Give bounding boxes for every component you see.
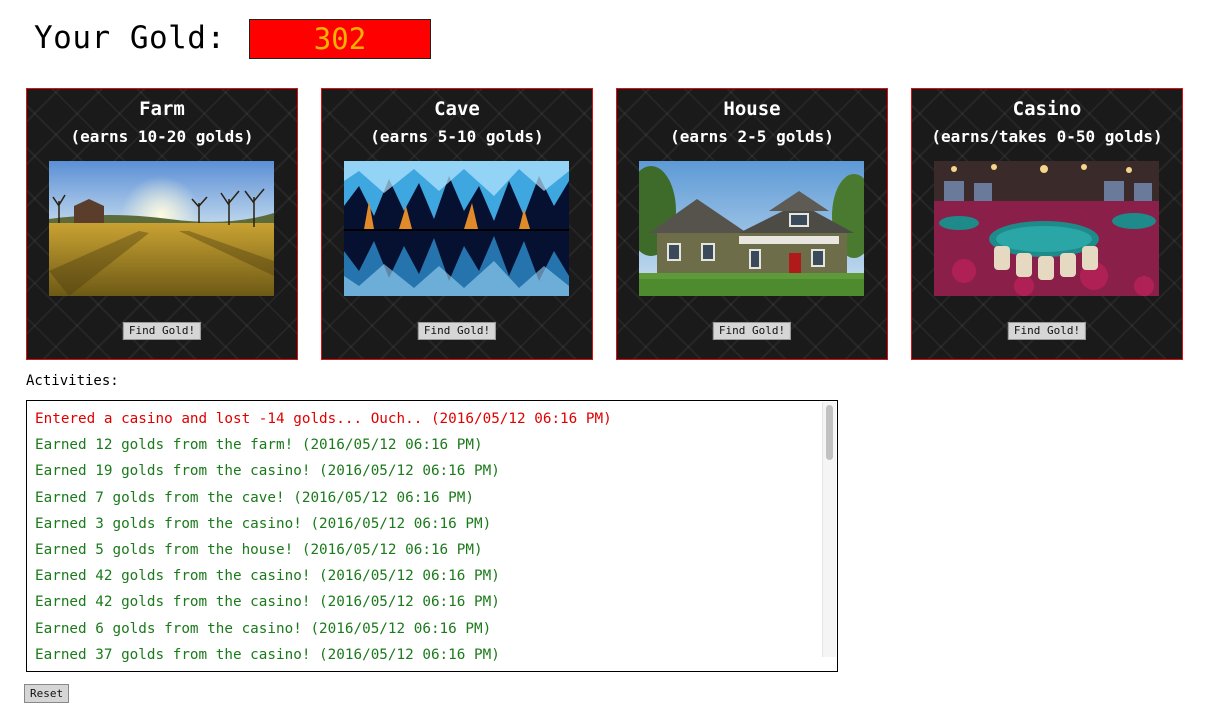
activities-label: Activities: bbox=[26, 373, 119, 389]
activity-entry: Earned 19 golds from the casino! (2016/0… bbox=[35, 463, 500, 480]
activity-list: Entered a casino and lost -14 golds... O… bbox=[35, 406, 817, 668]
reset-button[interactable]: Reset bbox=[24, 684, 70, 703]
card-title: Farm bbox=[139, 98, 185, 120]
card-cave: Cave (earns 5-10 golds) Find Gold! bbox=[321, 88, 593, 360]
log-scrollbar[interactable] bbox=[822, 402, 836, 657]
activity-entry: Earned 42 golds from the casino! (2016/0… bbox=[35, 568, 500, 585]
find-gold-button-farm[interactable]: Find Gold! bbox=[122, 322, 202, 340]
find-gold-button-cave[interactable]: Find Gold! bbox=[417, 322, 497, 340]
activity-entry: Earned 5 golds from the house! (2016/05/… bbox=[35, 542, 483, 559]
activity-entry: Earned 42 golds from the casino! (2016/0… bbox=[35, 594, 500, 611]
activity-entry: Entered a casino and lost -14 golds... O… bbox=[35, 411, 612, 427]
card-house: House (earns 2-5 golds) Find Gold! bbox=[616, 88, 888, 360]
casino-image bbox=[934, 161, 1159, 296]
house-image bbox=[639, 161, 864, 296]
cave-image bbox=[344, 161, 569, 296]
activity-entry: Earned 12 golds from the farm! (2016/05/… bbox=[35, 437, 483, 454]
card-subtitle: (earns 5-10 golds) bbox=[370, 127, 544, 146]
card-subtitle: (earns 2-5 golds) bbox=[670, 127, 834, 146]
gold-counter: 302 bbox=[249, 19, 431, 59]
activity-entry: Earned 3 golds from the casino! (2016/05… bbox=[35, 515, 492, 532]
card-title: Casino bbox=[1012, 98, 1082, 120]
card-subtitle: (earns/takes 0-50 golds) bbox=[931, 127, 1163, 146]
farm-image bbox=[49, 161, 274, 296]
gold-label: Your Gold: bbox=[34, 20, 226, 56]
activity-entry: Earned 37 golds from the casino! (2016/0… bbox=[35, 646, 500, 663]
card-farm: Farm (earns 10-20 golds) Find Gold! bbox=[26, 88, 298, 360]
find-gold-button-casino[interactable]: Find Gold! bbox=[1007, 322, 1087, 340]
find-gold-button-house[interactable]: Find Gold! bbox=[712, 322, 792, 340]
card-title: House bbox=[723, 98, 781, 120]
card-casino: Casino (earns/takes 0-50 golds) Find Gol… bbox=[911, 88, 1183, 360]
activity-entry: Earned 6 golds from the casino! (2016/05… bbox=[35, 620, 492, 637]
scrollbar-thumb[interactable] bbox=[826, 405, 833, 460]
activity-log[interactable]: Entered a casino and lost -14 golds... O… bbox=[26, 400, 838, 672]
card-subtitle: (earns 10-20 golds) bbox=[70, 127, 254, 146]
activity-entry: Earned 7 golds from the cave! (2016/05/1… bbox=[35, 489, 474, 506]
card-title: Cave bbox=[434, 98, 480, 120]
